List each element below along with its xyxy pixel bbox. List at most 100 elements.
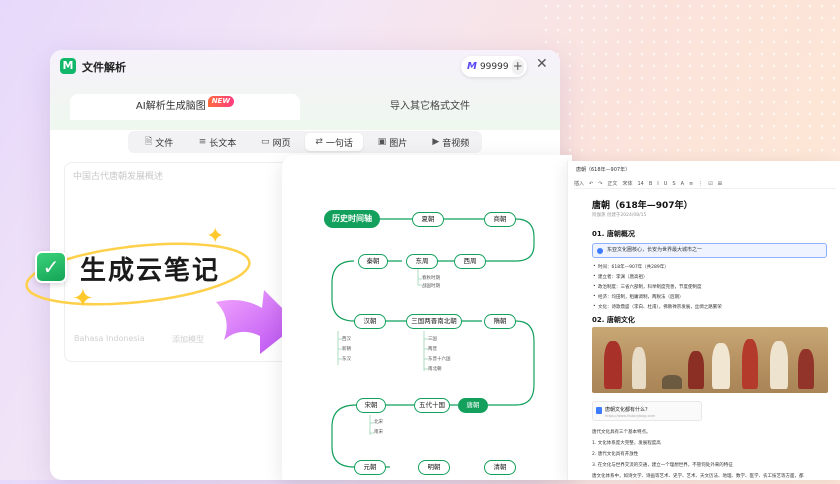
- list-item: 政治制度：三省六部制，科举制度完善，节度使制度: [593, 284, 701, 290]
- mindmap-node[interactable]: 商朝: [484, 212, 516, 227]
- add-credits-button[interactable]: +: [511, 58, 524, 75]
- sparkle-icon: ✦: [206, 224, 225, 249]
- mindmap-leaf[interactable]: 北宋: [374, 419, 383, 425]
- source-type-image[interactable]: ▣ 图片: [363, 133, 421, 151]
- window-header: M 文件解析 M 99999 + ✕ AI解析生成脑图 NEW 导入其它格式文件: [50, 50, 560, 130]
- toolbar-button[interactable]: I: [657, 181, 658, 187]
- source-type-label: 文件: [155, 138, 174, 149]
- toolbar-button[interactable]: S: [672, 181, 675, 187]
- mindmap-leaf[interactable]: 东晋十六国: [428, 356, 451, 362]
- tab-ai-mindmap-label: AI解析生成脑图: [135, 101, 206, 112]
- prompt-input-text: 中国古代唐朝发展概述: [73, 172, 164, 182]
- mindmap-node[interactable]: 唐朝: [458, 398, 488, 413]
- mindmap-node[interactable]: 隋朝: [484, 314, 516, 329]
- close-button[interactable]: ✕: [536, 56, 548, 72]
- toolbar-button[interactable]: ↶: [589, 181, 593, 187]
- app-logo-icon: M: [60, 58, 76, 74]
- new-badge: NEW: [207, 96, 235, 107]
- toolbar-button[interactable]: ≡: [689, 181, 693, 187]
- mindmap-node[interactable]: 元朝: [354, 460, 386, 475]
- mindmap-node[interactable]: 西周: [454, 254, 486, 269]
- source-type-label: 音视频: [442, 138, 470, 149]
- source-type-label: 网页: [272, 138, 291, 149]
- language-selector[interactable]: Bahasa Indonesia: [74, 334, 145, 343]
- link-card[interactable]: 唐朝文化都有什么？ https://www.historyblog.com: [592, 401, 702, 421]
- mindmap-root-node[interactable]: 历史时间轴: [324, 210, 380, 228]
- source-type-webpage[interactable]: ▭ 网页: [247, 133, 305, 151]
- sentence-icon: ⇄: [315, 137, 323, 147]
- source-type-long-text[interactable]: ≡ 长文本: [188, 133, 246, 151]
- toolbar-button[interactable]: B: [649, 181, 652, 187]
- tang-painting-image: [592, 327, 828, 393]
- credits-icon: M: [467, 61, 477, 72]
- mindmap-node[interactable]: 五代十国: [414, 398, 450, 413]
- credits-pill[interactable]: M 99999 +: [461, 56, 527, 77]
- mindmap-node[interactable]: 三国两晋南北朝: [406, 314, 462, 329]
- toolbar-button[interactable]: ⊞: [718, 181, 722, 187]
- source-type-file[interactable]: 🗎 文件: [130, 133, 188, 151]
- document-meta: 阿伽蒸 创建于2024/08/15: [592, 213, 647, 218]
- mindmap-node[interactable]: 清朝: [484, 460, 516, 475]
- mindmap-node[interactable]: 秦朝: [358, 254, 388, 269]
- tab-ai-mindmap[interactable]: AI解析生成脑图 NEW: [70, 94, 300, 120]
- document-title: 唐朝（618年—907年）: [592, 201, 693, 211]
- list-item: 文化：诗歌鼎盛（李白、杜甫），佛教禅宗发展，丝绸之路繁荣: [593, 304, 722, 310]
- source-type-label: 一句话: [325, 138, 353, 149]
- source-type-video[interactable]: ▶ 音视频: [422, 133, 480, 151]
- link-title: 唐朝文化都有什么？: [605, 407, 651, 413]
- add-model-button[interactable]: 添加模型: [172, 334, 204, 345]
- mindmap-node[interactable]: 明朝: [418, 460, 450, 475]
- source-type-label: 图片: [389, 138, 408, 149]
- mindmap-leaf[interactable]: 春秋时期: [422, 275, 440, 281]
- image-icon: ▣: [377, 137, 387, 147]
- toolbar-button[interactable]: 14: [637, 181, 643, 187]
- link-icon: [596, 407, 602, 414]
- paragraph: 唐文化体系中，如诗文学、诗画等艺术、史学、艺术、天文历法、地理、数学、医学、农工…: [592, 474, 804, 479]
- check-icon: ✓: [35, 251, 67, 283]
- mindmap-node[interactable]: 汉朝: [354, 314, 386, 329]
- paragraph: 3. 在文化与世界交流的交通，建立一个理想世界，不管何处外来的特征: [592, 463, 733, 468]
- toolbar-button[interactable]: A: [681, 181, 684, 187]
- mindmap-leaf[interactable]: 西汉: [342, 336, 351, 342]
- window-title: 文件解析: [82, 61, 126, 74]
- credits-count: 99999: [479, 61, 509, 72]
- source-type-sentence[interactable]: ⇄ 一句话: [304, 133, 364, 151]
- mindmap-leaf[interactable]: 南北朝: [428, 366, 442, 372]
- source-type-selector: 🗎 文件 ≡ 长文本 ▭ 网页 ⇄ 一句话 ▣ 图片 ▶ 音视频: [128, 131, 482, 153]
- webpage-icon: ▭: [261, 137, 270, 147]
- section-heading: 02. 唐朝文化: [592, 316, 635, 324]
- file-icon: 🗎: [145, 137, 153, 147]
- section-heading: 01. 唐朝概况: [592, 230, 635, 238]
- paragraph: 1. 文化体系庞大完整，发展程度高: [592, 441, 661, 446]
- decorative-dot-pattern: [540, 0, 840, 160]
- mindmap-leaf[interactable]: 三国: [428, 336, 437, 342]
- cloud-note-text: 生成云笔记: [80, 256, 221, 286]
- toolbar-button[interactable]: 插入: [574, 180, 584, 187]
- mindmap-node[interactable]: 夏朝: [412, 212, 444, 227]
- mindmap-leaf[interactable]: 新朝: [342, 346, 351, 352]
- toolbar-button[interactable]: ↷: [598, 181, 602, 187]
- toolbar-button[interactable]: ☑: [708, 181, 712, 187]
- paragraph: 2. 唐代文化具有开放性: [592, 452, 639, 457]
- list-item: 时间：618年—907年（共289年）: [593, 264, 669, 270]
- breadcrumb: 唐朝（618年—907年）: [576, 167, 631, 173]
- mindmap-node[interactable]: 宋朝: [356, 398, 386, 413]
- link-url: https://www.historyblog.com: [605, 414, 656, 418]
- toolbar-button[interactable]: 宋体: [622, 180, 632, 187]
- sparkle-icon: ✦: [72, 284, 94, 314]
- toolbar-button[interactable]: U: [664, 181, 668, 187]
- mindmap-node[interactable]: 东周: [406, 254, 438, 269]
- mindmap-leaf[interactable]: 两晋: [428, 346, 437, 352]
- toolbar-button[interactable]: 正文: [607, 180, 617, 187]
- source-type-label: 长文本: [209, 138, 237, 149]
- callout-box: 东亚文化圈核心，长安为世界最大城市之一: [592, 243, 827, 258]
- list-item: 经济：均田制，租庸调制，两税法（后期）: [593, 294, 683, 300]
- toolbar-button[interactable]: ⋮: [698, 181, 703, 187]
- cloud-note-document: 唐朝（618年—907年） 插入 ↶ ↷ 正文 宋体 14 B I U S A ≡ ⋮ ☑ ⊞ 唐朝（618…: [567, 161, 840, 480]
- mindmap-leaf[interactable]: 战国时期: [422, 283, 440, 289]
- mindmap-leaf[interactable]: 南宋: [374, 429, 383, 435]
- mindmap-leaf[interactable]: 东汉: [342, 356, 351, 362]
- list-item: 建立者：李渊（唐高祖）: [593, 274, 647, 280]
- mindmap-panel: 历史时间轴 夏朝 商朝 秦朝 东周 西周 春秋时期 战国时期 汉朝 三国两晋南北朝 隋朝 西汉 新朝 东汉…: [282, 155, 572, 480]
- tab-import-other[interactable]: 导入其它格式文件: [310, 94, 550, 120]
